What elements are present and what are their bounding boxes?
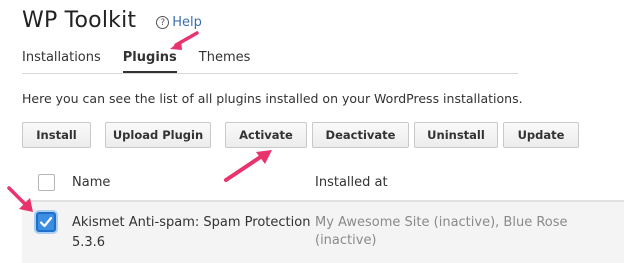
pink-arrow-icon	[170, 31, 199, 50]
upload-plugin-button[interactable]: Upload Plugin	[105, 122, 211, 148]
checkmark-icon	[39, 216, 53, 228]
help-link[interactable]: ? Help	[156, 15, 202, 30]
table-row[interactable]: Akismet Anti-spam: Spam Protection 5.3.6…	[22, 201, 624, 263]
question-circle-icon: ?	[156, 16, 170, 29]
tab-themes[interactable]: Themes	[199, 50, 251, 73]
plugin-installed-at: My Awesome Site (inactive), Blue Rose (i…	[315, 215, 568, 248]
column-header-name[interactable]: Name	[72, 175, 110, 190]
tab-installations[interactable]: Installations	[22, 50, 101, 73]
column-header-installed-at[interactable]: Installed at	[315, 175, 388, 190]
uninstall-button[interactable]: Uninstall	[414, 122, 498, 148]
page-title: WP Toolkit	[22, 8, 137, 33]
page-description: Here you can see the list of all plugins…	[22, 91, 523, 106]
plugin-version: 5.3.6	[72, 235, 106, 250]
tab-bar: Installations Plugins Themes	[22, 50, 518, 74]
title-row: WP Toolkit ? Help	[22, 8, 202, 33]
activate-button[interactable]: Activate	[225, 122, 307, 148]
row-checkbox[interactable]	[36, 212, 56, 232]
plugin-toolbar: Install Upload Plugin Activate Deactivat…	[22, 122, 584, 148]
wp-toolkit-page: WP Toolkit ? Help Installations Plugins …	[0, 0, 624, 263]
update-button[interactable]: Update	[503, 122, 579, 148]
select-all-checkbox[interactable]	[38, 174, 55, 191]
plugin-name[interactable]: Akismet Anti-spam: Spam Protection	[72, 214, 312, 232]
deactivate-button[interactable]: Deactivate	[312, 122, 409, 148]
tab-plugins[interactable]: Plugins	[122, 50, 177, 73]
help-label: Help	[172, 15, 202, 30]
table-header: Name Installed at	[22, 166, 624, 201]
install-button[interactable]: Install	[22, 122, 91, 148]
